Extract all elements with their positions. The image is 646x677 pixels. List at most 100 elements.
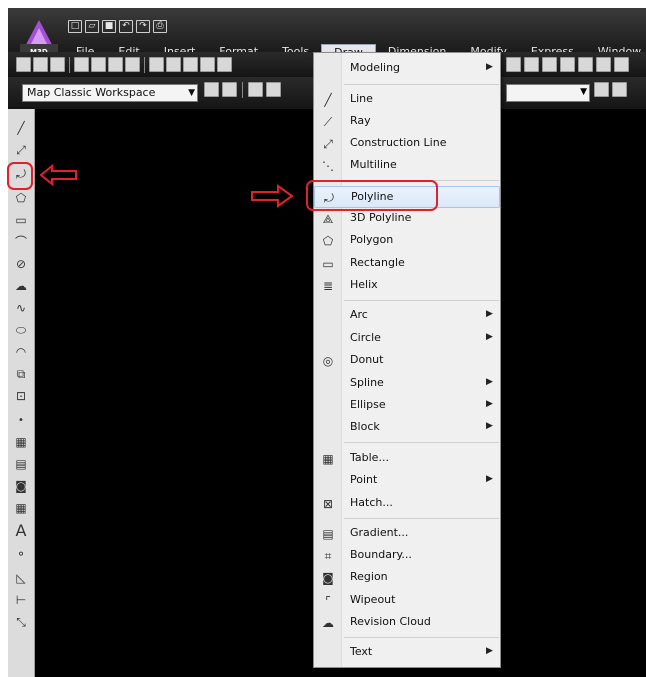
workspace-settings-icon[interactable]: [204, 82, 219, 97]
menu-item-label: Table...: [350, 451, 389, 464]
menu-item-point[interactable]: Point ▶: [314, 470, 500, 492]
ellipse-arc-tool-icon[interactable]: ◠: [11, 343, 31, 362]
layer-dropdown[interactable]: ▼: [506, 84, 590, 102]
measure-tool-icon[interactable]: ◺: [11, 569, 31, 588]
menu-item-text[interactable]: Text ▶: [314, 642, 500, 664]
region-icon: ◙: [322, 571, 334, 585]
region-tool-icon[interactable]: ◙: [11, 477, 31, 496]
menu-item-construction-line[interactable]: ⤢ Construction Line: [314, 133, 500, 155]
polygon-tool-icon[interactable]: ⬠: [11, 189, 31, 208]
paste-icon[interactable]: [183, 57, 198, 72]
properties-icon[interactable]: [506, 57, 521, 72]
submenu-arrow-icon: ▶: [486, 377, 493, 387]
layer-previous-icon[interactable]: [612, 82, 627, 97]
rectangle-tool-icon[interactable]: ▭: [11, 211, 31, 230]
multiline-text-tool-icon[interactable]: A: [11, 521, 31, 540]
menu-item-circle[interactable]: Circle ▶: [314, 328, 500, 350]
menu-item-label: Polygon: [350, 233, 394, 246]
table-icon: ▦: [322, 452, 334, 466]
match-properties-icon[interactable]: [200, 57, 215, 72]
construction-line-tool-icon[interactable]: ⤢: [11, 141, 31, 160]
menu-item-label: Multiline: [350, 158, 397, 171]
menu-item-rectangle[interactable]: ▭ Rectangle: [314, 253, 500, 275]
menu-item-donut[interactable]: ◎ Donut: [314, 350, 500, 372]
calculator-icon[interactable]: [596, 57, 611, 72]
workspace-dropdown[interactable]: Map Classic Workspace ▼: [22, 84, 198, 102]
open-icon[interactable]: [33, 57, 48, 72]
light-bulb-icon[interactable]: [266, 82, 281, 97]
boundary-icon: ⌗: [324, 549, 332, 563]
chevron-down-icon: ▼: [580, 87, 587, 97]
sheet-set-icon[interactable]: [560, 57, 575, 72]
menu-item-label: Spline: [350, 376, 384, 389]
publish-icon[interactable]: [125, 57, 140, 72]
menu-item-line[interactable]: ╱ Line: [314, 89, 500, 111]
circle-tool-icon[interactable]: ⊘: [11, 255, 31, 274]
print-preview-icon[interactable]: [91, 57, 106, 72]
save-icon[interactable]: ■: [102, 20, 116, 33]
menu-item-multiline[interactable]: ⋱ Multiline: [314, 155, 500, 177]
submenu-arrow-icon: ▶: [486, 62, 493, 72]
undo-icon[interactable]: ↶: [119, 20, 133, 33]
quick-access-toolbar: □ ▱ ■ ↶ ↷ ⎙: [68, 20, 167, 33]
add-selected-tool-icon[interactable]: ⚬: [11, 545, 31, 564]
table-tool-icon[interactable]: ▦: [11, 499, 31, 518]
menu-item-region[interactable]: ◙ Region: [314, 567, 500, 589]
design-center-icon[interactable]: [524, 57, 539, 72]
menu-item-boundary[interactable]: ⌗ Boundary...: [314, 545, 500, 567]
highlight-box-toolbar-polyline: [7, 162, 33, 190]
toolbar-separator: [242, 82, 243, 98]
point-tool-icon[interactable]: •: [11, 411, 31, 430]
copy-icon[interactable]: [166, 57, 181, 72]
menu-item-polygon[interactable]: ⬠ Polygon: [314, 230, 500, 252]
block-editor-icon[interactable]: [217, 57, 232, 72]
menu-item-gradient[interactable]: ▤ Gradient...: [314, 523, 500, 545]
cut-icon[interactable]: [149, 57, 164, 72]
tool-palettes-icon[interactable]: [542, 57, 557, 72]
help-icon[interactable]: [614, 57, 629, 72]
menu-item-label: Wipeout: [350, 593, 396, 606]
menu-item-helix[interactable]: ≣ Helix: [314, 275, 500, 297]
menu-item-hatch[interactable]: ⊠ Hatch...: [314, 493, 500, 515]
menu-item-revision-cloud[interactable]: ☁ Revision Cloud: [314, 612, 500, 634]
insert-block-tool-icon[interactable]: ⧉: [11, 365, 31, 384]
gradient-tool-icon[interactable]: ▤: [11, 455, 31, 474]
highlight-box-menu-polyline: [306, 180, 438, 211]
print-icon[interactable]: ⎙: [153, 20, 167, 33]
menu-item-3d-polyline[interactable]: ⟁ 3D Polyline: [314, 208, 500, 230]
arc-tool-icon[interactable]: ⌒: [11, 233, 31, 252]
menu-item-arc[interactable]: Arc ▶: [314, 305, 500, 327]
menu-item-table[interactable]: ▦ Table...: [314, 448, 500, 470]
layer-properties-icon[interactable]: [222, 82, 237, 97]
open-folder-icon[interactable]: ▱: [85, 20, 99, 33]
plot-icon[interactable]: [108, 57, 123, 72]
donut-icon: ◎: [322, 354, 334, 368]
revision-cloud-tool-icon[interactable]: ☁: [11, 277, 31, 296]
menu-separator: [344, 300, 499, 301]
menu-item-ray[interactable]: ⟋ Ray: [314, 111, 500, 133]
construction-line-icon: ⤢: [323, 137, 333, 151]
leader-tool-icon[interactable]: ⤡: [11, 613, 31, 632]
make-block-tool-icon[interactable]: ⊡: [11, 387, 31, 406]
new-icon[interactable]: [16, 57, 31, 72]
menu-item-block[interactable]: Block ▶: [314, 417, 500, 439]
make-current-icon[interactable]: [594, 82, 609, 97]
save-icon[interactable]: [50, 57, 65, 72]
spline-tool-icon[interactable]: ∿: [11, 299, 31, 318]
multiline-icon: ⋱: [322, 159, 334, 173]
dimension-tool-icon[interactable]: ⊢: [11, 591, 31, 610]
ellipse-tool-icon[interactable]: ⬭: [11, 321, 31, 340]
markup-icon[interactable]: [578, 57, 593, 72]
new-icon[interactable]: □: [68, 20, 82, 33]
redo-icon[interactable]: ↷: [136, 20, 150, 33]
hatch-tool-icon[interactable]: ▦: [11, 433, 31, 452]
line-tool-icon[interactable]: ╱: [11, 119, 31, 138]
menu-item-spline[interactable]: Spline ▶: [314, 373, 500, 395]
menu-item-ellipse[interactable]: Ellipse ▶: [314, 395, 500, 417]
menu-item-label: Helix: [350, 278, 378, 291]
menu-item-wipeout[interactable]: ⌜ Wipeout: [314, 590, 500, 612]
print-icon[interactable]: [74, 57, 89, 72]
layer-manager-icon[interactable]: [248, 82, 263, 97]
menu-item-modeling[interactable]: Modeling ▶: [314, 58, 500, 80]
menu-item-label: Ray: [350, 114, 371, 127]
